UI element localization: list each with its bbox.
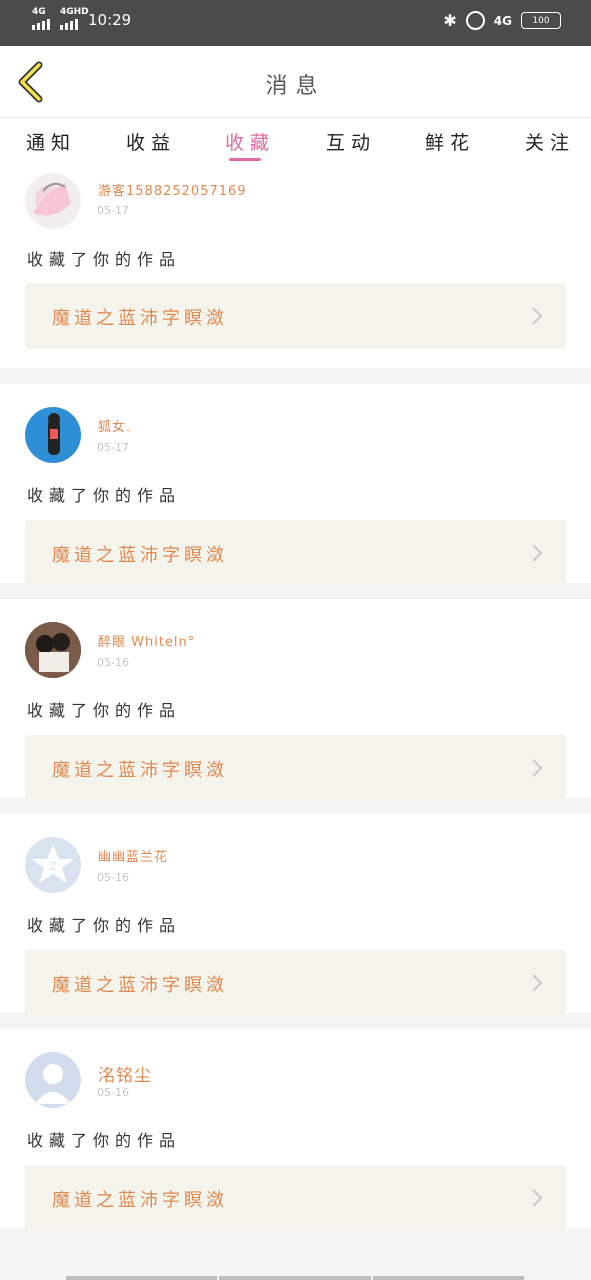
message-card: 洺铭尘 05-16 收藏了你的作品 魔道之蓝沛字瞑潋 bbox=[0, 1029, 591, 1231]
user-name[interactable]: 洺铭尘 bbox=[98, 1061, 152, 1086]
message-action: 收藏了你的作品 bbox=[27, 701, 182, 720]
message-date: 05-17 bbox=[97, 441, 129, 454]
tab-flowers[interactable]: 鲜花 bbox=[425, 128, 475, 155]
tab-interactions[interactable]: 互动 bbox=[326, 128, 376, 155]
message-action: 收藏了你的作品 bbox=[27, 250, 182, 269]
work-title: 魔道之蓝沛字瞑潋 bbox=[52, 308, 228, 329]
avatar[interactable] bbox=[25, 407, 81, 463]
page-title: 消息 bbox=[265, 74, 326, 99]
chevron-right-icon bbox=[532, 544, 543, 562]
avatar[interactable] bbox=[25, 1052, 81, 1108]
chevron-right-icon bbox=[532, 759, 543, 777]
work-title: 魔道之蓝沛字瞑潋 bbox=[52, 1190, 228, 1211]
message-action: 收藏了你的作品 bbox=[27, 486, 182, 505]
work-link[interactable]: 魔道之蓝沛字瞑潋 bbox=[25, 520, 566, 586]
tab-earnings[interactable]: 收益 bbox=[126, 128, 176, 155]
message-action: 收藏了你的作品 bbox=[27, 916, 182, 935]
alarm-icon bbox=[465, 11, 485, 30]
avatar[interactable]: Z bbox=[25, 837, 81, 893]
bluetooth-icon: ✱ bbox=[443, 11, 457, 30]
network-label: 4G bbox=[493, 13, 512, 28]
app-header: 消息 bbox=[0, 46, 591, 118]
avatar[interactable] bbox=[25, 622, 81, 678]
tab-bar: 通知 收益 收藏 互动 鲜花 关注 bbox=[0, 118, 591, 168]
message-date: 05-17 bbox=[97, 204, 129, 217]
message-card: Z 幽幽蓝兰花 05-16 收藏了你的作品 魔道之蓝沛字瞑潋 bbox=[0, 814, 591, 1016]
tab-following[interactable]: 关注 bbox=[525, 128, 575, 155]
message-card: 醉眼 Whiteln° 05-16 收藏了你的作品 魔道之蓝沛字瞑潋 bbox=[0, 599, 591, 801]
clock: 10:29 bbox=[88, 11, 132, 29]
chevron-right-icon bbox=[532, 1189, 543, 1207]
user-name[interactable]: 狐女. bbox=[98, 416, 131, 435]
message-list: 游客1588252057169 05-17 收藏了你的作品 魔道之蓝沛字瞑潋 狐… bbox=[0, 168, 591, 1244]
message-card: 游客1588252057169 05-17 收藏了你的作品 魔道之蓝沛字瞑潋 bbox=[0, 168, 591, 368]
message-date: 05-16 bbox=[97, 656, 129, 669]
scroll-indicator bbox=[66, 1276, 524, 1280]
user-name[interactable]: 醉眼 Whiteln° bbox=[98, 631, 195, 650]
work-title: 魔道之蓝沛字瞑潋 bbox=[52, 760, 228, 781]
signal-icon-2: 4GHD bbox=[60, 7, 89, 30]
message-date: 05-16 bbox=[97, 871, 129, 884]
work-link[interactable]: 魔道之蓝沛字瞑潋 bbox=[25, 1165, 566, 1231]
work-link[interactable]: 魔道之蓝沛字瞑潋 bbox=[25, 950, 566, 1016]
work-link[interactable]: 魔道之蓝沛字瞑潋 bbox=[25, 735, 566, 801]
work-link[interactable]: 魔道之蓝沛字瞑潋 bbox=[25, 283, 566, 349]
chevron-right-icon bbox=[532, 974, 543, 992]
tab-notifications[interactable]: 通知 bbox=[26, 128, 76, 155]
user-name[interactable]: 游客1588252057169 bbox=[98, 180, 247, 199]
signal-icon: 4G bbox=[32, 7, 50, 30]
work-title: 魔道之蓝沛字瞑潋 bbox=[52, 545, 228, 566]
message-action: 收藏了你的作品 bbox=[27, 1131, 182, 1150]
status-bar: 4G 4GHD 10:29 ✱ 4G 100 bbox=[0, 0, 591, 46]
svg-text:Z: Z bbox=[49, 860, 57, 873]
message-date: 05-16 bbox=[97, 1086, 129, 1099]
work-title: 魔道之蓝沛字瞑潋 bbox=[52, 975, 228, 996]
avatar[interactable] bbox=[25, 173, 81, 229]
tab-favorites[interactable]: 收藏 bbox=[225, 128, 275, 155]
message-card: 狐女. 05-17 收藏了你的作品 魔道之蓝沛字瞑潋 bbox=[0, 384, 591, 586]
chevron-right-icon bbox=[532, 307, 543, 325]
active-tab-indicator bbox=[229, 158, 261, 161]
battery-icon: 100 bbox=[521, 12, 561, 29]
user-name[interactable]: 幽幽蓝兰花 bbox=[98, 846, 168, 865]
